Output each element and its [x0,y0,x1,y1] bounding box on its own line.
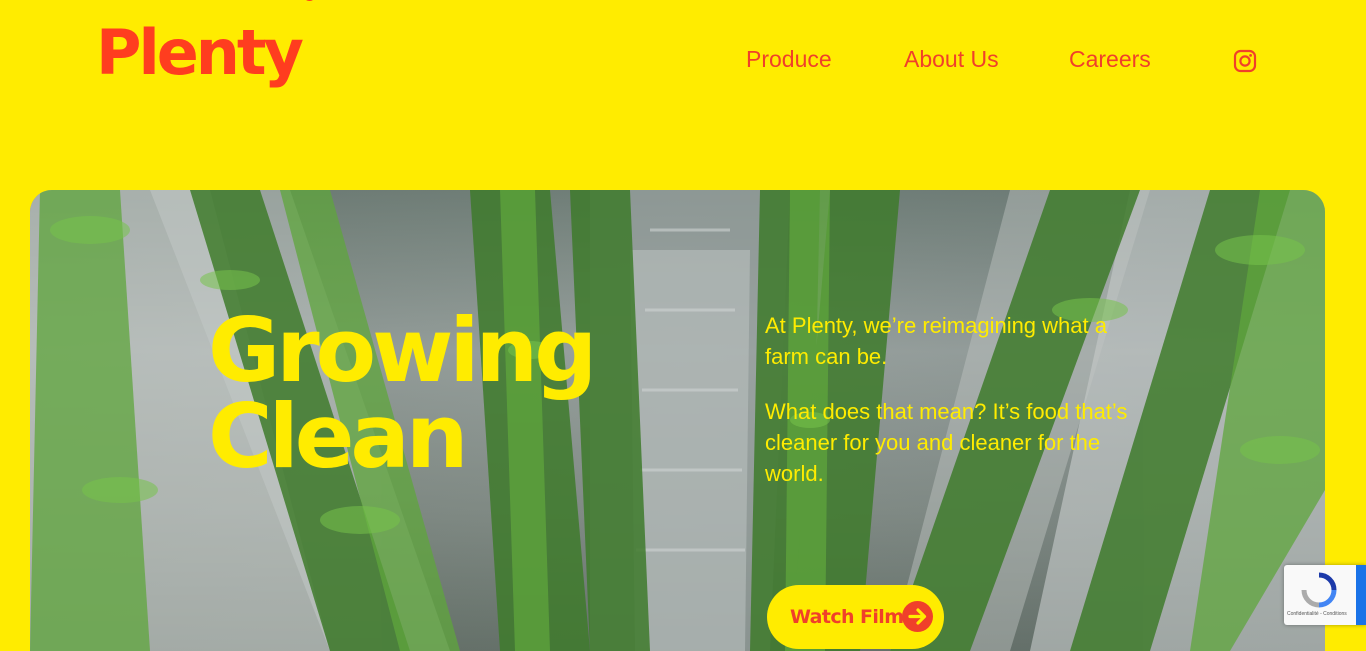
instagram-icon[interactable] [1233,49,1257,73]
headline-line-1: Growing [208,299,597,402]
headline-line-2: Clean [208,385,468,488]
hero-copy: At Plenty, we’re reimagining what a farm… [765,310,1145,489]
hero-headline: Growing Clean [208,299,597,488]
watch-film-label: Watch Film [790,606,904,628]
recaptcha-icon [1301,572,1337,608]
site-header: Plenty® Produce About Us Careers [0,0,1366,130]
nav-link-careers[interactable]: Careers [1069,46,1151,73]
recaptcha-badge[interactable]: Confidentialité - Conditions [1284,565,1366,625]
watch-film-button[interactable]: Watch Film [767,585,944,649]
recaptcha-terms[interactable]: Confidentialité - Conditions [1287,611,1347,617]
nav-link-about-us[interactable]: About Us [904,46,999,73]
hero-paragraph-2: What does that mean? It’s food that’s cl… [765,399,1128,486]
nav-link-produce[interactable]: Produce [746,46,832,73]
registered-mark: ® [302,0,316,1]
recaptcha-tab [1356,565,1366,625]
main-nav: Produce About Us Careers [0,46,1366,78]
arrow-right-icon [902,601,933,632]
hero-section: Growing Clean At Plenty, we’re reimagini… [30,190,1325,651]
hero-paragraph-1: At Plenty, we’re reimagining what a farm… [765,313,1107,369]
